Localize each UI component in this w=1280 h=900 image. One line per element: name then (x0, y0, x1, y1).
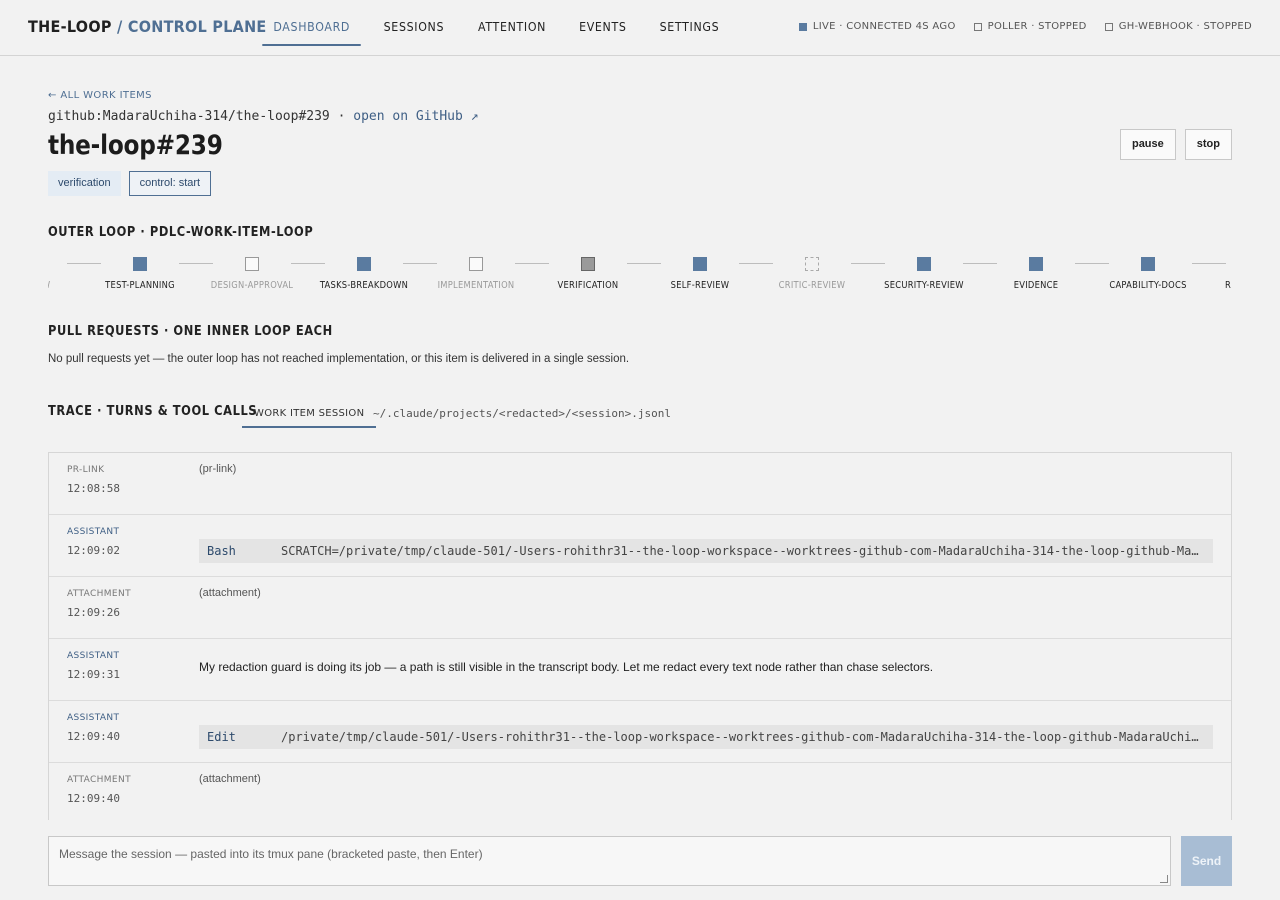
send-button[interactable]: Send (1181, 836, 1232, 886)
tool-name: Edit (207, 730, 236, 744)
repo-reference: github:MadaraUchiha-314/the-loop#239 · o… (48, 109, 478, 124)
trace-row: ATTACHMENT 12:09:40 (attachment) (49, 763, 1231, 820)
trace-kind: ATTACHMENT (67, 775, 131, 785)
step-design-approval[interactable]: DESIGN-APPROVAL (196, 250, 308, 295)
trace-list[interactable]: PR-LINK 12:08:58 (pr-link) ASSISTANT 12:… (48, 452, 1232, 820)
message-input[interactable] (49, 837, 1170, 885)
trace-content: (attachment) (199, 773, 261, 785)
status-on-icon (798, 22, 807, 31)
trace-row: ASSISTANT 12:09:31 My redaction guard is… (49, 639, 1231, 701)
step-critic-review[interactable]: CRITIC-REVIEW (756, 250, 868, 295)
trace-row: ASSISTANT 12:09:02 Bash SCRATCH=/private… (49, 515, 1231, 577)
step-skipped-icon (805, 257, 819, 271)
nav-settings[interactable]: SETTINGS (648, 0, 730, 46)
trace-time: 12:09:31 (67, 668, 120, 681)
control-badge: control: start (128, 171, 212, 196)
status-off-icon (973, 22, 982, 31)
step-done-icon (693, 257, 707, 271)
nav-dashboard[interactable]: DASHBOARD (262, 0, 362, 46)
nav-sessions[interactable]: SESSIONS (373, 0, 456, 46)
tab-work-item-session[interactable]: WORK ITEM SESSION (242, 404, 377, 428)
step-current-icon (581, 257, 595, 271)
trace-title: TRACE · TURNS & TOOL CALLS (48, 404, 258, 419)
trace-time: 12:09:40 (67, 792, 120, 805)
main-nav: DASHBOARD SESSIONS ATTENTION EVENTS SETT… (258, 0, 738, 56)
step-done-icon (1029, 257, 1043, 271)
phase-badge: verification (48, 171, 121, 196)
trace-time: 12:08:58 (67, 482, 120, 495)
open-on-github-link[interactable]: open on GitHub ↗ (353, 109, 478, 124)
tool-name: Bash (207, 544, 236, 558)
back-link-label: ALL WORK ITEMS (60, 90, 152, 101)
tool-call[interactable]: Edit /private/tmp/claude-501/-Users-rohi… (199, 725, 1213, 749)
pause-button[interactable]: pause (1119, 129, 1176, 160)
outer-loop-stepper: IEW TEST-PLANNING DESIGN-APPROVAL TASKS-… (48, 250, 1232, 295)
pull-requests-title: PULL REQUESTS · ONE INNER LOOP EACH (48, 324, 333, 339)
work-item-actions: pause stop (1119, 129, 1232, 160)
status-webhook-label: GH-WEBHOOK · STOPPED (1118, 21, 1252, 32)
work-item-tags: verification control: start (48, 171, 212, 196)
step-done-icon (357, 257, 371, 271)
session-file-path: ~/.claude/projects/<redacted>/<session>.… (373, 407, 672, 420)
trace-row: ATTACHMENT 12:09:26 (attachment) (49, 577, 1231, 639)
brand-subtitle: / CONTROL PLANE (117, 17, 267, 36)
step-pending-icon (245, 257, 259, 271)
trace-kind: ATTACHMENT (67, 589, 131, 599)
resize-handle-icon[interactable] (1160, 875, 1168, 883)
step-security-review[interactable]: SECURITY-REVIEW (868, 250, 980, 295)
trace-kind: ASSISTANT (67, 651, 120, 661)
step-done-icon (133, 257, 147, 271)
step-next[interactable]: R (1204, 250, 1232, 295)
trace-kind: ASSISTANT (67, 713, 120, 723)
nav-attention[interactable]: ATTENTION (467, 0, 557, 46)
trace-time: 12:09:26 (67, 606, 120, 619)
step-done-icon (1141, 257, 1155, 271)
step-tasks-breakdown[interactable]: TASKS-BREAKDOWN (308, 250, 420, 295)
trace-row: PR-LINK 12:08:58 (pr-link) (49, 453, 1231, 515)
trace-row: ASSISTANT 12:09:40 Edit /private/tmp/cla… (49, 701, 1231, 763)
step-pending-icon (469, 257, 483, 271)
repo-id: github:MadaraUchiha-314/the-loop#239 (48, 109, 330, 124)
brand-logo[interactable]: THE-LOOP / CONTROL PLANE (28, 17, 267, 36)
trace-content: (pr-link) (199, 463, 237, 475)
brand-name: THE-LOOP (28, 17, 112, 36)
step-done-icon (917, 257, 931, 271)
pull-requests-empty-state: No pull requests yet — the outer loop ha… (48, 353, 630, 365)
page-title: the-loop#239 (48, 130, 223, 161)
trace-time: 12:09:02 (67, 544, 120, 557)
step-test-planning[interactable]: TEST-PLANNING (84, 250, 196, 295)
arrow-left-icon: ← (48, 90, 57, 101)
top-navbar: THE-LOOP / CONTROL PLANE DASHBOARD SESSI… (0, 0, 1280, 56)
step-label: R (1224, 280, 1232, 291)
tool-argument: SCRATCH=/private/tmp/claude-501/-Users-r… (281, 544, 1205, 558)
trace-kind: ASSISTANT (67, 527, 120, 537)
back-to-work-items-link[interactable]: ← ALL WORK ITEMS (48, 90, 152, 101)
tool-argument: /private/tmp/claude-501/-Users-rohithr31… (281, 730, 1205, 744)
status-off-icon (1104, 22, 1113, 31)
trace-content: (attachment) (199, 587, 261, 599)
status-gh-webhook: GH-WEBHOOK · STOPPED (1104, 21, 1252, 32)
step-self-review[interactable]: SELF-REVIEW (644, 250, 756, 295)
status-live: LIVE · CONNECTED 4S AGO (798, 21, 956, 32)
nav-events[interactable]: EVENTS (568, 0, 638, 46)
repo-separator: · (337, 109, 346, 124)
status-live-label: LIVE · CONNECTED 4S AGO (812, 21, 956, 32)
step-verification[interactable]: VERIFICATION (532, 250, 644, 295)
status-poller: POLLER · STOPPED (973, 21, 1087, 32)
step-implementation[interactable]: IMPLEMENTATION (420, 250, 532, 295)
trace-time: 12:09:40 (67, 730, 120, 743)
step-evidence[interactable]: EVIDENCE (980, 250, 1092, 295)
stop-button[interactable]: stop (1184, 129, 1232, 160)
connection-status: LIVE · CONNECTED 4S AGO POLLER · STOPPED… (798, 21, 1252, 32)
tool-call[interactable]: Bash SCRATCH=/private/tmp/claude-501/-Us… (199, 539, 1213, 563)
status-poller-label: POLLER · STOPPED (987, 21, 1087, 32)
outer-loop-title: OUTER LOOP · PDLC-WORK-ITEM-LOOP (48, 225, 314, 240)
message-composer (48, 836, 1171, 886)
assistant-message: My redaction guard is doing its job — a … (199, 660, 934, 674)
trace-header: TRACE · TURNS & TOOL CALLS WORK ITEM SES… (48, 404, 1232, 428)
trace-kind: PR-LINK (67, 465, 105, 475)
